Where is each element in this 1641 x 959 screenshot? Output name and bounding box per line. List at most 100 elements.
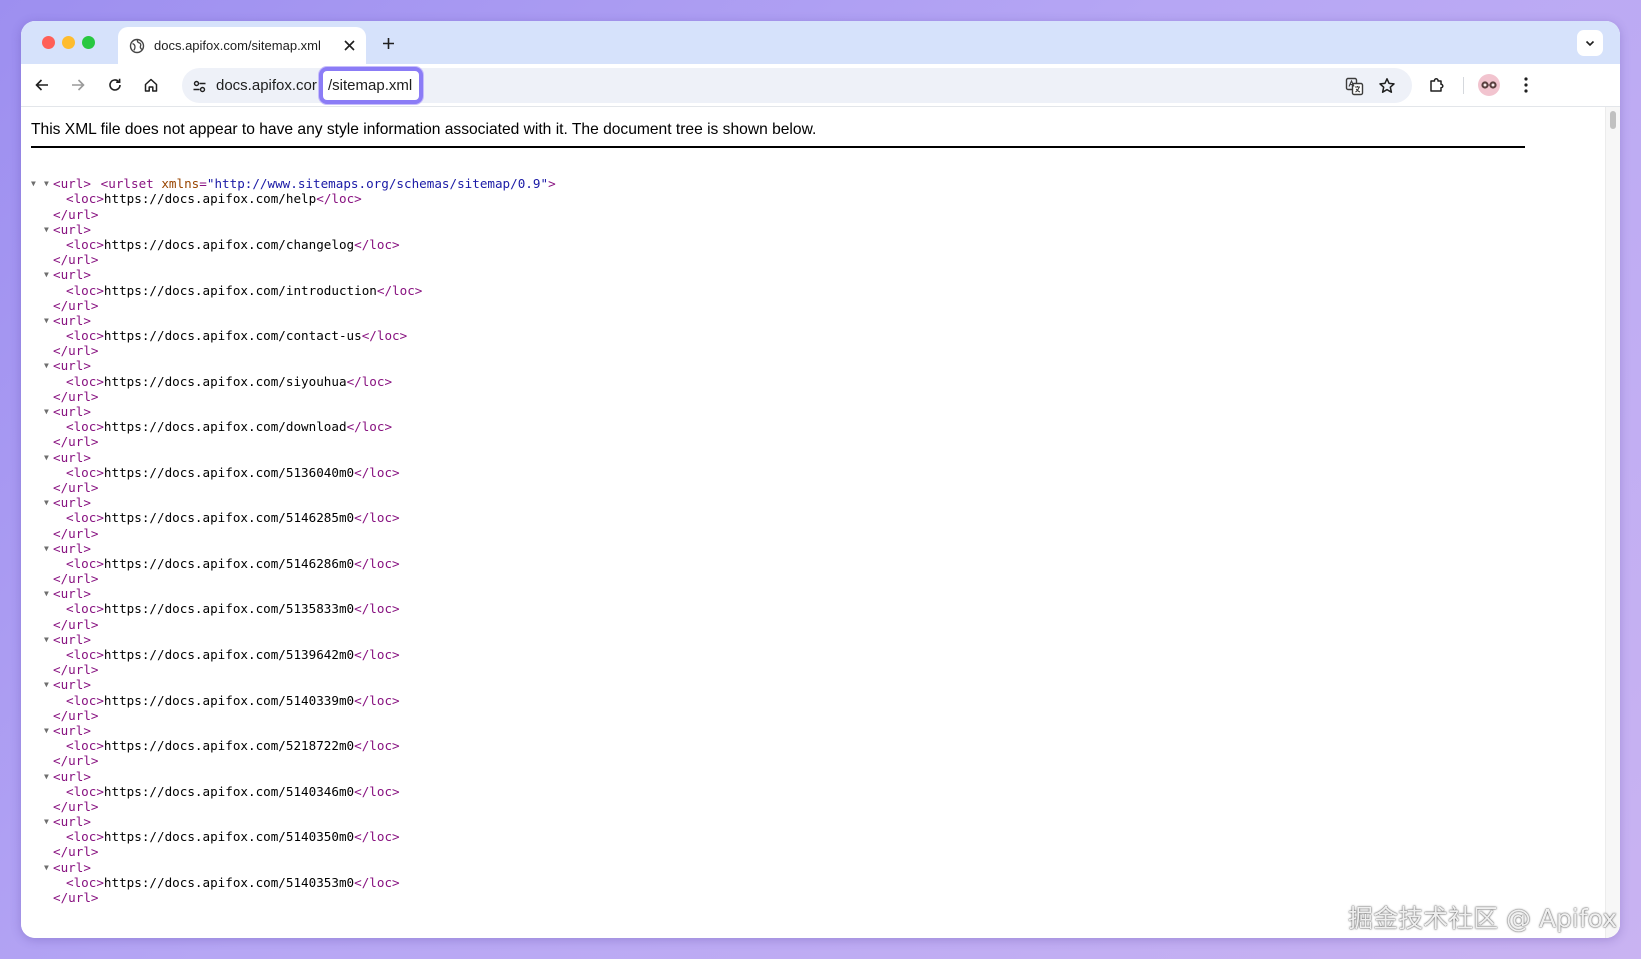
- collapse-triangle-icon[interactable]: ▼: [44, 176, 52, 191]
- collapse-triangle-icon[interactable]: ▼: [44, 222, 52, 237]
- tag-close: </url>: [53, 388, 99, 404]
- tag-open: <loc>: [66, 738, 104, 754]
- url-close-line: </url>: [31, 753, 556, 768]
- collapse-triangle-icon[interactable]: ▼: [44, 860, 52, 875]
- loc-value: https://docs.apifox.com/introduction: [103, 282, 377, 298]
- tag-open: <url>: [53, 586, 91, 602]
- loc-line: <loc>https://docs.apifox.com/5140346m0</…: [31, 784, 556, 799]
- tag-open: <loc>: [66, 874, 104, 890]
- tag-close: </url>: [53, 753, 99, 769]
- tag-close: </loc>: [354, 510, 400, 526]
- collapse-triangle-icon[interactable]: ▼: [44, 769, 52, 784]
- puzzle-icon[interactable]: [1425, 73, 1449, 97]
- window-maximize-button[interactable]: [82, 36, 95, 49]
- tag-open: <url>: [53, 404, 91, 419]
- collapse-triangle-icon[interactable]: ▼: [44, 358, 52, 373]
- vertical-scrollbar[interactable]: [1605, 107, 1620, 938]
- avatar[interactable]: [1478, 74, 1500, 96]
- url-open-line: ▼ <url>: [31, 860, 556, 875]
- tag-open: <url>: [53, 449, 91, 465]
- tag-close: </url>: [53, 525, 99, 541]
- globe-icon: [129, 38, 145, 54]
- loc-value: https://docs.apifox.com/5135833m0: [103, 601, 355, 617]
- active-tab[interactable]: docs.apifox.com/sitemap.xml: [118, 27, 366, 64]
- new-tab-button[interactable]: [378, 33, 398, 53]
- loc-value: https://docs.apifox.com/5140339m0: [103, 692, 355, 708]
- scrollbar-thumb[interactable]: [1610, 111, 1616, 129]
- collapse-triangle-icon[interactable]: ▼: [44, 495, 52, 510]
- tag-open: <loc>: [66, 647, 104, 662]
- tune-icon[interactable]: [190, 77, 208, 95]
- tag-close: </url>: [53, 434, 99, 450]
- loc-value: https://docs.apifox.com/5140353m0: [103, 874, 355, 890]
- arrow-left-icon: [35, 79, 48, 91]
- tag-close: </loc>: [354, 829, 400, 845]
- url-close-line: </url>: [31, 389, 556, 404]
- window-minimize-button[interactable]: [62, 36, 75, 49]
- translate-icon[interactable]: [1342, 74, 1366, 98]
- url-open-line: ▼ <url>: [31, 541, 556, 556]
- tag-close: </loc>: [316, 191, 362, 207]
- loc-line: <loc>https://docs.apifox.com/siyouhua</l…: [31, 374, 556, 389]
- url-open-line: ▼ <url>: [31, 313, 556, 328]
- toolbar-divider: [1463, 77, 1464, 94]
- tag-open: <loc>: [66, 555, 104, 571]
- tag-open: <loc>: [66, 464, 104, 480]
- collapse-triangle-icon[interactable]: ▼: [44, 267, 52, 282]
- collapse-triangle-icon[interactable]: ▼: [44, 586, 52, 601]
- loc-value: https://docs.apifox.com/5136040m0: [103, 464, 355, 480]
- collapse-triangle-icon[interactable]: ▼: [44, 723, 52, 738]
- arrow-right-icon: [72, 79, 85, 91]
- url-close-line: </url>: [31, 708, 556, 723]
- tag-close: </url>: [53, 571, 99, 587]
- home-icon: [144, 78, 158, 92]
- collapse-triangle-icon[interactable]: ▼: [44, 404, 52, 419]
- url-open-line: ▼ <url>: [31, 358, 556, 373]
- url-close-line: </url>: [31, 799, 556, 814]
- loc-line: <loc>https://docs.apifox.com/help</loc>: [31, 191, 556, 206]
- forward-button[interactable]: [66, 73, 90, 97]
- collapse-triangle-icon[interactable]: ▼: [44, 814, 52, 829]
- kebab-menu-icon[interactable]: [1514, 73, 1538, 97]
- collapse-triangle-icon[interactable]: ▼: [44, 450, 52, 465]
- tab-strip: docs.apifox.com/sitemap.xml: [21, 21, 1620, 64]
- tag-open: <url>: [53, 631, 91, 647]
- tag-open: <loc>: [66, 601, 104, 617]
- window-close-button[interactable]: [42, 36, 55, 49]
- tag-open: <loc>: [66, 328, 104, 344]
- tag-close: </loc>: [354, 601, 400, 617]
- reload-icon: [109, 78, 121, 91]
- tag-close: </url>: [53, 297, 99, 313]
- tag-open: <url>: [53, 677, 91, 693]
- loc-line: <loc>https://docs.apifox.com/5140350m0</…: [31, 829, 556, 844]
- tab-close-icon[interactable]: [341, 37, 357, 53]
- loc-line: <loc>https://docs.apifox.com/download</l…: [31, 419, 556, 434]
- tag-close: </loc>: [376, 282, 423, 298]
- collapse-triangle-icon[interactable]: ▼: [44, 313, 52, 328]
- tag-open: <url>: [53, 540, 91, 556]
- collapse-triangle-icon[interactable]: ▼: [44, 677, 52, 692]
- tag-close: </url>: [53, 252, 99, 268]
- url-open-line: ▼ <url>: [31, 723, 556, 738]
- url-close-line: </url>: [31, 571, 556, 586]
- tab-search-button[interactable]: [1577, 30, 1603, 56]
- back-button[interactable]: [30, 73, 54, 97]
- xml-tree: ▼ <urlset xmlns="http://www.sitemaps.org/…: [31, 161, 556, 905]
- url-close-line: </url>: [31, 526, 556, 541]
- address-bar[interactable]: docs.apifox.cor /sitemap.xml: [182, 67, 1412, 104]
- reload-button[interactable]: [103, 73, 127, 97]
- tag-open: <url>: [53, 722, 91, 738]
- url-path-highlight[interactable]: /sitemap.xml: [319, 67, 424, 104]
- home-button[interactable]: [139, 73, 163, 97]
- star-icon[interactable]: [1375, 74, 1399, 98]
- loc-value: https://docs.apifox.com/5218722m0: [103, 738, 355, 754]
- collapse-triangle-icon[interactable]: ▼: [44, 541, 52, 556]
- tag-open: <loc>: [66, 191, 104, 207]
- collapse-triangle-icon[interactable]: ▼: [44, 632, 52, 647]
- loc-value: https://docs.apifox.com/siyouhua: [103, 373, 347, 389]
- tag-open: <url>: [53, 267, 91, 283]
- loc-line: <loc>https://docs.apifox.com/5140339m0</…: [31, 693, 556, 708]
- loc-line: <loc>https://docs.apifox.com/changelog</…: [31, 237, 556, 252]
- loc-line: <loc>https://docs.apifox.com/introductio…: [31, 283, 556, 298]
- url-open-line: ▼ <url>: [31, 632, 556, 647]
